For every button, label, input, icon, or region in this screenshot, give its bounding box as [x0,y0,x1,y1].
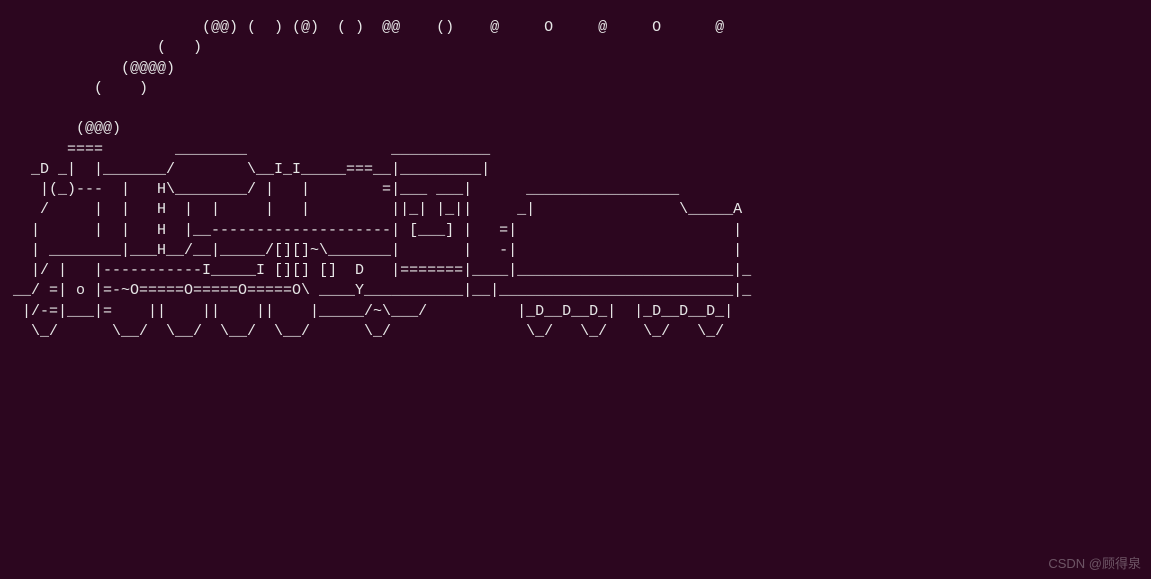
terminal-window: (@@) ( ) (@) ( ) @@ () @ O @ O @ ( ) (@@… [0,0,1151,579]
ascii-art-train: (@@) ( ) (@) ( ) @@ () @ O @ O @ ( ) (@@… [4,19,760,340]
watermark-text: CSDN @顾得泉 [1048,555,1141,573]
